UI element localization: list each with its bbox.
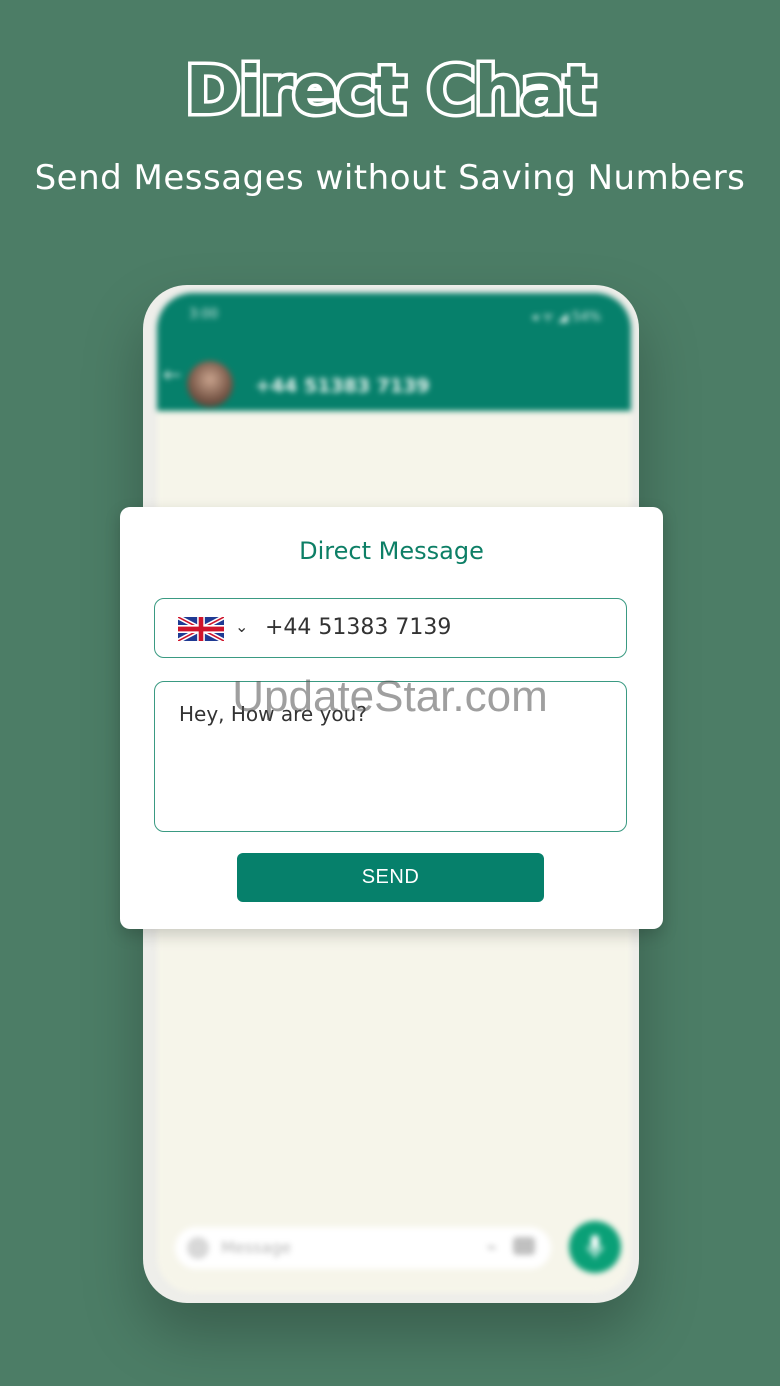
phone-number-value[interactable]: +44 51383 7139 [265,615,451,640]
page-headline: Direct Chat [182,49,599,133]
phone-number-field[interactable]: ⌄ +44 51383 7139 [154,598,627,658]
composer-placeholder: Message [221,1238,292,1257]
emoji-icon[interactable] [187,1237,209,1259]
status-icons: ◂ ᯤ ◢ 54% [531,310,601,325]
microphone-glyph [587,1235,603,1258]
message-composer[interactable]: Message ⌁ [175,1227,551,1269]
send-button[interactable]: SEND [237,853,544,902]
message-textarea[interactable]: Hey, How are you? [154,681,627,832]
message-value[interactable]: Hey, How are you? [179,702,367,726]
avatar[interactable] [187,361,233,407]
uk-flag-icon[interactable] [178,617,224,641]
contact-number: +44 51383 7139 [255,375,430,397]
camera-icon[interactable] [513,1237,535,1255]
chat-app-bar: 3:00 ◂ ᯤ ◢ 54% ← +44 51383 7139 [157,293,631,411]
direct-message-dialog: Direct Message ⌄ +44 51383 7139 Hey, How… [120,507,663,929]
uk-flag-graphic [178,617,224,641]
microphone-icon[interactable] [569,1221,621,1273]
back-arrow-icon[interactable]: ← [163,363,181,388]
status-time: 3:00 [189,307,219,322]
dialog-title: Direct Message [299,537,484,565]
chevron-down-icon[interactable]: ⌄ [235,617,248,636]
attach-icon[interactable]: ⌁ [486,1237,497,1258]
page-subtitle: Send Messages without Saving Numbers [34,158,746,198]
